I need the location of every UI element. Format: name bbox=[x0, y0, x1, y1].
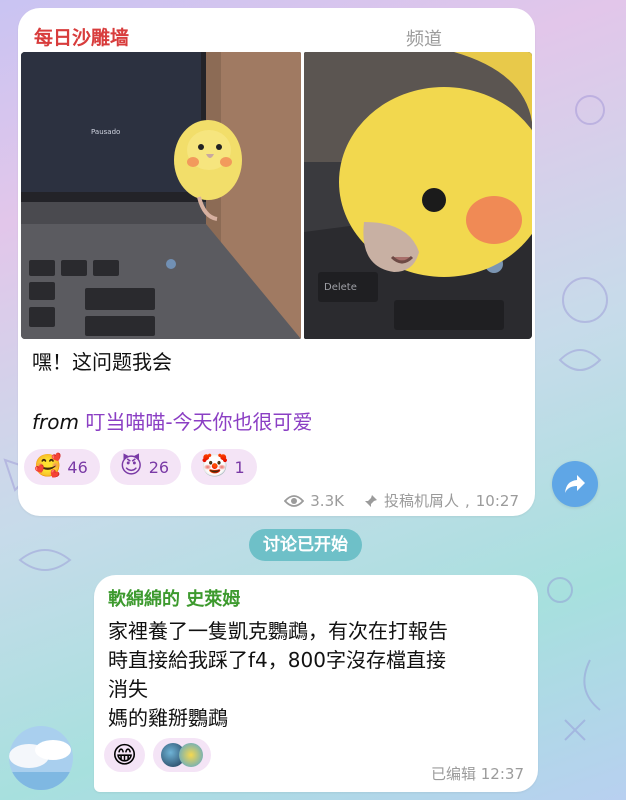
post-time: 10:27 bbox=[475, 491, 519, 510]
smiling-devil-icon: 😈 bbox=[119, 454, 143, 479]
comment-time: 12:37 bbox=[480, 765, 524, 783]
channel-name[interactable]: 每日沙雕墙 bbox=[34, 23, 129, 50]
reaction-count: 1 bbox=[234, 457, 245, 477]
comment-text-line: 消失 bbox=[108, 677, 148, 701]
reaction-clown[interactable]: 🤡 1 bbox=[191, 449, 257, 485]
comment-author[interactable]: 軟綿綿的 史萊姆 bbox=[108, 585, 240, 611]
from-label: from bbox=[32, 410, 79, 434]
share-arrow-icon bbox=[565, 475, 585, 493]
post-reactions: 🥰 46 😈 26 🤡 1 bbox=[24, 449, 257, 485]
view-count: 3.3K bbox=[310, 491, 344, 510]
channel-badge: 频道 bbox=[406, 29, 442, 50]
post-author: 投稿机屑人 bbox=[383, 492, 459, 510]
reaction-grin[interactable]: 😁 bbox=[104, 738, 146, 772]
comment-text-line: 家裡養了一隻凱克鸚鵡，有次在打報告 bbox=[108, 619, 448, 643]
comment-text-line: 媽的雞掰鸚鵡 bbox=[108, 706, 228, 730]
avatar[interactable] bbox=[9, 726, 73, 790]
post-photo-laptop[interactable]: Pausado bbox=[21, 52, 301, 339]
clown-face-icon: 🤡 bbox=[201, 454, 229, 479]
comment-meta: 已编辑 12:37 bbox=[431, 763, 524, 784]
reactor-avatar bbox=[179, 743, 204, 767]
reaction-hearts[interactable]: 🥰 46 bbox=[24, 449, 100, 485]
smiling-face-with-hearts-icon: 🥰 bbox=[34, 454, 62, 479]
laptop-screen-text: Pausado bbox=[91, 128, 120, 136]
edited-label: 已编辑 bbox=[430, 765, 476, 783]
channel-post: 每日沙雕墙 频道 Pausado Delete 嘿！这问题我会 from 叮当喵… bbox=[18, 8, 535, 516]
pin-icon bbox=[364, 494, 377, 507]
post-photo-closeup[interactable]: Delete bbox=[304, 52, 532, 339]
comment-text-line: 時直接給我踩了f4，800字沒存檔直接 bbox=[108, 648, 446, 672]
comment-reactions: 😁 bbox=[104, 738, 212, 772]
post-text: 嘿！这问题我会 bbox=[32, 350, 172, 374]
keyboard-key-text: Delete bbox=[324, 282, 357, 293]
reaction-avatars[interactable] bbox=[153, 738, 212, 772]
comment-message: 軟綿綿的 史萊姆 家裡養了一隻凱克鸚鵡，有次在打報告 時直接給我踩了f4，800… bbox=[94, 575, 538, 792]
post-attribution: from 叮当喵喵-今天你也很可爱 bbox=[32, 406, 313, 435]
share-button[interactable] bbox=[552, 461, 598, 507]
reaction-devil[interactable]: 😈 26 bbox=[109, 449, 182, 485]
reaction-count: 26 bbox=[148, 457, 170, 477]
grinning-face-icon: 😁 bbox=[112, 741, 138, 769]
discussion-started-label: 讨论已开始 bbox=[249, 529, 362, 561]
reaction-count: 46 bbox=[67, 457, 88, 477]
source-link[interactable]: 叮当喵喵-今天你也很可爱 bbox=[85, 410, 312, 434]
eye-icon bbox=[284, 494, 305, 507]
post-meta: 3.3K 投稿机屑人, 10:27 bbox=[284, 490, 519, 511]
